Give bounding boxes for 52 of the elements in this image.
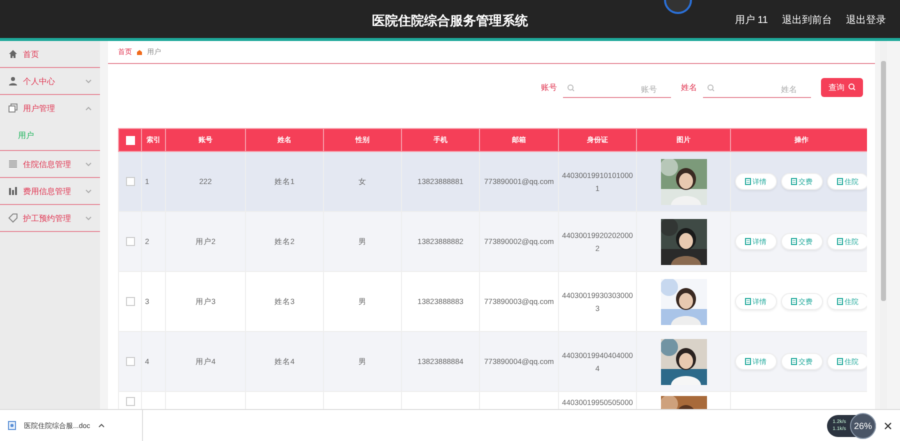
document-icon (790, 358, 796, 365)
chevron-icon[interactable] (85, 78, 92, 84)
document-icon (836, 238, 842, 245)
copy-icon (8, 103, 18, 113)
document-icon (790, 298, 796, 305)
chevron-icon[interactable] (85, 216, 92, 220)
username: 用户 11 (734, 14, 768, 27)
chevron-icon[interactable] (85, 162, 92, 166)
bar-chart-icon (8, 186, 18, 196)
checkbox[interactable] (126, 297, 134, 306)
menu-item[interactable]: 住院信息管理 (23, 158, 80, 170)
header-link[interactable]: 退出登录 (846, 13, 886, 27)
chevron-icon[interactable] (85, 106, 92, 110)
home-icon (136, 48, 143, 56)
checkbox[interactable] (126, 357, 134, 366)
field-label: 姓名 (681, 82, 697, 92)
search-button[interactable]: 查询 (821, 78, 863, 96)
checkbox[interactable] (126, 396, 134, 406)
document-icon (744, 178, 750, 185)
search-icon (567, 84, 575, 92)
document-icon (790, 238, 796, 245)
checkbox[interactable] (126, 177, 134, 186)
usage-badge: 26% (850, 412, 876, 438)
submenu-item[interactable]: 用户 (18, 131, 34, 140)
document-icon (744, 238, 750, 245)
menu-item[interactable]: 护工预约管理 (23, 212, 80, 224)
home-icon (8, 49, 18, 59)
document-icon (836, 178, 842, 185)
user-icon (8, 76, 18, 86)
menu-item[interactable]: 费用信息管理 (23, 186, 80, 196)
list-icon (8, 159, 18, 169)
search-icon (707, 84, 715, 92)
menu-item[interactable]: 用户管理 (23, 102, 80, 114)
search-icon (848, 83, 856, 91)
document-icon (8, 421, 16, 430)
menu-item[interactable]: 首页 (23, 48, 92, 60)
field-label: 账号 (541, 82, 557, 92)
document-icon (836, 298, 842, 305)
caret-icon[interactable] (98, 423, 106, 428)
chevron-icon[interactable] (85, 188, 92, 194)
menu-item[interactable]: 个人中心 (23, 76, 80, 86)
checkbox[interactable] (126, 237, 134, 246)
header-link[interactable]: 退出到前台 (782, 13, 832, 27)
document-icon (744, 298, 750, 305)
close-icon[interactable] (884, 422, 892, 430)
document-icon (744, 358, 750, 365)
search-field[interactable]: 账号 (563, 81, 671, 98)
tag-icon (8, 213, 18, 223)
app-title: 医院住院综合服务管理系统 (372, 13, 528, 28)
search-field[interactable]: 姓名 (703, 81, 811, 98)
document-icon (836, 358, 842, 365)
document-icon (790, 178, 796, 185)
